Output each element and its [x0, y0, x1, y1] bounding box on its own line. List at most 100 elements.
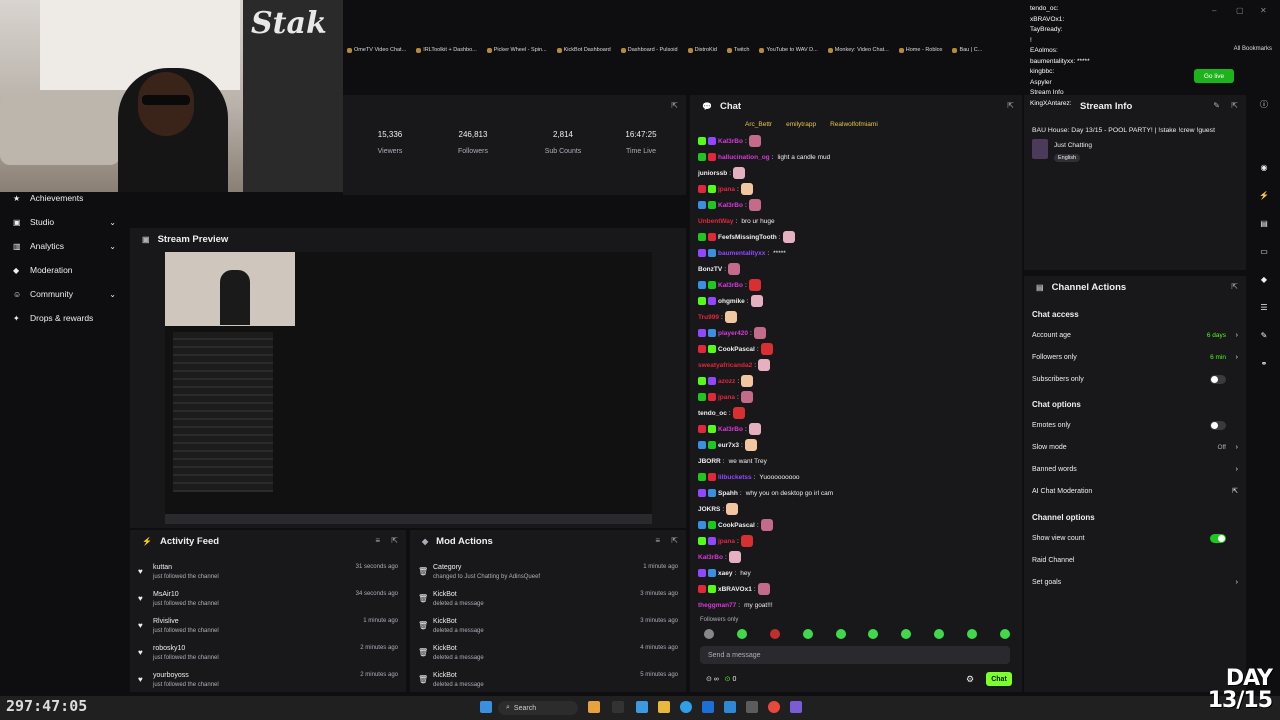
feed-item[interactable]: 🗑 KickBot deleted a message 3 minutes ago: [410, 616, 686, 643]
chat-message[interactable]: KaI3rBo:: [698, 277, 1018, 293]
bookmark-item[interactable]: Home - Roblox: [898, 47, 942, 53]
chat-message[interactable]: azozz:: [698, 373, 1018, 389]
chat-message[interactable]: ohgmike:: [698, 293, 1018, 309]
top-chatter[interactable]: emilytrapp: [786, 121, 816, 128]
emote-icon[interactable]: [802, 629, 813, 639]
subscribers-only-row[interactable]: Subscribers only: [1032, 368, 1238, 390]
sidebar-item-analytics[interactable]: ▥ Analytics ⌄: [0, 235, 130, 257]
bookmark-item[interactable]: DistroKid: [687, 47, 717, 53]
set-goals-row[interactable]: Set goals ›: [1032, 571, 1238, 593]
chat-message[interactable]: jpana:: [698, 389, 1018, 405]
chat-message[interactable]: KaI3rBo:: [698, 421, 1018, 437]
slow-mode-row[interactable]: Slow mode Off ›: [1032, 436, 1238, 458]
emote-icon[interactable]: [901, 629, 912, 639]
feed-item[interactable]: 🗑 KickBot deleted a message 3 minutes ago: [410, 589, 686, 616]
chat-username[interactable]: KaI3rBo: [698, 554, 723, 561]
chat-username[interactable]: player420: [718, 330, 748, 337]
chat-message[interactable]: KaI3rBo:: [698, 133, 1018, 149]
chat-username[interactable]: xBRAVOx1: [718, 586, 752, 593]
chat-username[interactable]: sweatyafricanda2: [698, 362, 752, 369]
chat-username[interactable]: JBORR: [698, 458, 721, 465]
chat-message[interactable]: xBRAVOx1:: [698, 581, 1018, 597]
view-count-toggle[interactable]: [1210, 533, 1226, 543]
bookmark-item[interactable]: IRLToolkit + Dashbo...: [416, 47, 477, 53]
top-chatter[interactable]: Realwolfofmiami: [830, 121, 878, 128]
chat-username[interactable]: theggman77: [698, 602, 736, 609]
popout-icon[interactable]: ⇱: [1231, 282, 1238, 291]
popout-icon[interactable]: ⇱: [671, 101, 678, 110]
sidebar-item-studio[interactable]: ▣ Studio ⌄: [0, 211, 130, 233]
chat-message[interactable]: juniorssb:: [698, 165, 1018, 181]
chat-message[interactable]: JOKRS:: [698, 501, 1018, 517]
chat-icon[interactable]: ▭: [1257, 247, 1271, 261]
feed-item[interactable]: ♥ robosky10 just followed the channel 2 min…: [130, 643, 406, 670]
chat-message[interactable]: eur7x3:: [698, 437, 1018, 453]
bookmark-item[interactable]: Twitch: [726, 47, 749, 53]
emote-icon[interactable]: [704, 629, 714, 639]
wrench-icon[interactable]: ✎: [1257, 331, 1271, 345]
edit-icon[interactable]: ✎: [1213, 101, 1220, 110]
bookmark-item[interactable]: YouTube to WAV D...: [759, 47, 818, 53]
chat-username[interactable]: ohgmike: [718, 298, 745, 305]
chrome-icon[interactable]: [768, 701, 780, 713]
bookmark-item[interactable]: Bau | C...: [952, 47, 982, 53]
info-icon[interactable]: ⓘ: [1257, 99, 1271, 113]
popout-icon[interactable]: ⇱: [1007, 101, 1014, 110]
emote-icon[interactable]: [736, 629, 747, 639]
chat-username[interactable]: Tru999: [698, 314, 719, 321]
sidebar-item-drops-rewards[interactable]: ✦ Drops & rewards: [0, 307, 130, 329]
taskbar-app-icon[interactable]: [702, 701, 714, 713]
windows-start-icon[interactable]: [480, 701, 492, 713]
taskbar-search[interactable]: ⌕ Search: [498, 701, 578, 715]
followers-only-row[interactable]: Followers only 6 min ›: [1032, 346, 1238, 368]
bolt-icon[interactable]: ⚡: [1257, 191, 1271, 205]
chat-username[interactable]: lilbucketss: [718, 474, 752, 481]
chat-message[interactable]: CookPascal:: [698, 341, 1018, 357]
emote-icon[interactable]: [967, 629, 977, 639]
people-icon[interactable]: ⚭: [1257, 359, 1271, 373]
bookmark-item[interactable]: Dashboard - Pulsoid: [620, 47, 678, 53]
taskbar-app-icon[interactable]: [636, 701, 648, 713]
taskbar-app-icon[interactable]: [588, 701, 600, 713]
chat-message[interactable]: baumentalityxx: *****: [698, 245, 1018, 261]
show-view-count-row[interactable]: Show view count: [1032, 527, 1238, 549]
feed-item[interactable]: 🗑 Category changed to Just Chatting by Adi…: [410, 562, 686, 589]
chat-username[interactable]: FeefsMissingTooth: [718, 234, 777, 241]
bookmark-item[interactable]: KickBot Dashboard: [556, 47, 611, 53]
feed-item[interactable]: 🗑 KickBot deleted a message 4 minutes ago: [410, 643, 686, 670]
folder-icon[interactable]: [658, 701, 670, 713]
ai-moderation-row[interactable]: AI Chat Moderation ⇱: [1032, 480, 1238, 502]
feed-item[interactable]: ♥ MsAir10 just followed the channel 34 seco…: [130, 589, 406, 616]
emotes-only-row[interactable]: Emotes only: [1032, 414, 1238, 436]
close-icon[interactable]: ✕: [1260, 6, 1270, 15]
feed-item[interactable]: ♥ yourboyoss just followed the channel 2 mi…: [130, 670, 406, 697]
taskbar-app-icon[interactable]: [746, 701, 758, 713]
account-age-row[interactable]: Account age 6 days ›: [1032, 324, 1238, 346]
chat-username[interactable]: jpana: [718, 186, 735, 193]
minimize-icon[interactable]: –: [1212, 6, 1222, 15]
feed-item[interactable]: 🗑 KickBot deleted a message 5 minutes ago: [410, 670, 686, 697]
feed-item[interactable]: ♥ Rlvislive just followed the channel 1 min…: [130, 616, 406, 643]
emote-icon[interactable]: [868, 629, 879, 639]
chat-username[interactable]: CookPascal: [718, 522, 755, 529]
chat-send-button[interactable]: Chat: [986, 672, 1012, 686]
stream-preview-video[interactable]: [165, 252, 652, 524]
bookmark-item[interactable]: Picker Wheel - Spin...: [486, 47, 547, 53]
chat-username[interactable]: Spahh: [718, 490, 738, 497]
emotes-only-toggle[interactable]: [1210, 420, 1226, 430]
list-icon[interactable]: ☰: [1257, 303, 1271, 317]
chat-message[interactable]: KaI3rBo:: [698, 197, 1018, 213]
banned-words-row[interactable]: Banned words ›: [1032, 458, 1238, 480]
sidebar-item-moderation[interactable]: ◆ Moderation: [0, 259, 130, 281]
chat-username[interactable]: KaI3rBo: [718, 426, 743, 433]
chat-username[interactable]: jpana: [718, 394, 735, 401]
chat-message[interactable]: lilbucketss: Yuooooooooo: [698, 469, 1018, 485]
chat-username[interactable]: xaey: [718, 570, 732, 577]
taskbar-app-icon[interactable]: [724, 701, 736, 713]
chat-message[interactable]: UnbentWay: bro ur huge: [698, 213, 1018, 229]
chat-message[interactable]: jpana:: [698, 181, 1018, 197]
emote-icon[interactable]: [769, 629, 780, 639]
chat-message[interactable]: BonzTV:: [698, 261, 1018, 277]
chat-username[interactable]: jpana: [718, 538, 735, 545]
chat-username[interactable]: baumentalityxx: [718, 250, 765, 257]
